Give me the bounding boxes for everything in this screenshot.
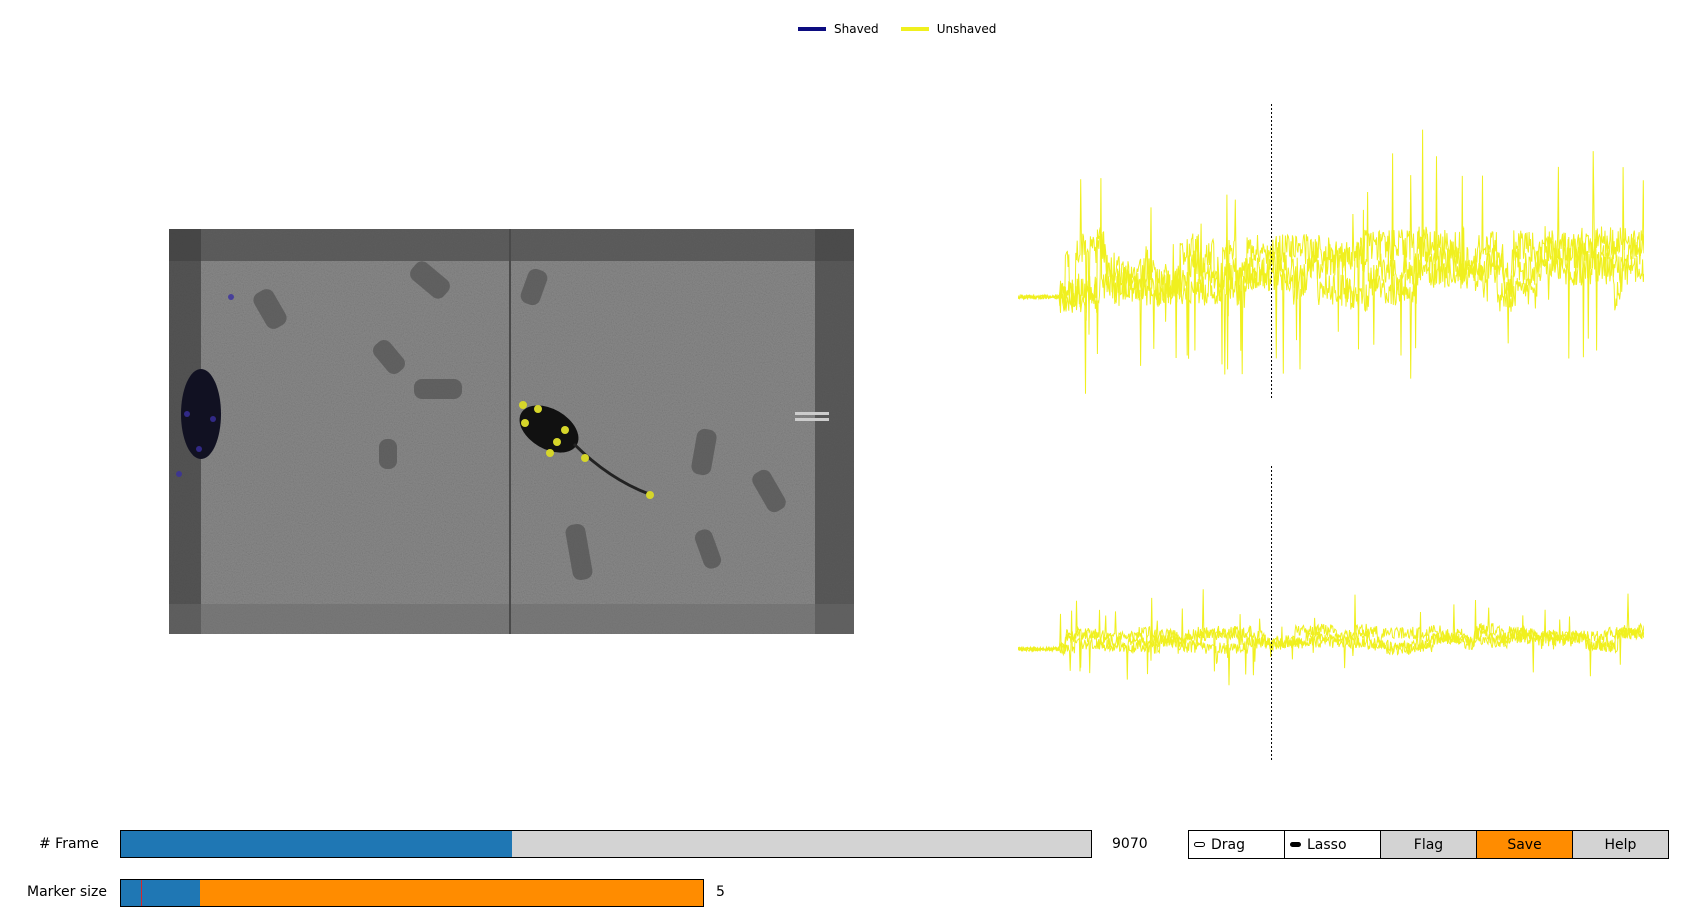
- help-button[interactable]: Help: [1572, 830, 1669, 859]
- legend-swatch-unshaved: [900, 27, 929, 31]
- flag-button[interactable]: Flag: [1380, 830, 1477, 859]
- lasso-radio-button[interactable]: Lasso: [1284, 830, 1381, 859]
- legend-swatch-shaved: [798, 27, 826, 31]
- trace-line: [1018, 167, 1644, 394]
- save-button[interactable]: Save: [1476, 830, 1573, 859]
- trace-plot-top[interactable]: [1018, 102, 1644, 402]
- marker-size-slider[interactable]: [120, 879, 704, 907]
- legend: Shaved Unshaved: [798, 22, 1018, 36]
- marker-size-slider-label: Marker size: [27, 884, 107, 900]
- video-frame-image: [169, 229, 854, 634]
- legend-item-shaved: Shaved: [798, 22, 879, 36]
- frame-slider-fill: [121, 831, 512, 857]
- drag-label: Drag: [1211, 836, 1246, 853]
- legend-label-unshaved: Unshaved: [936, 22, 997, 36]
- marker-size-slider-handle[interactable]: [140, 880, 142, 906]
- video-frame[interactable]: [169, 229, 854, 634]
- trace-line: [1018, 589, 1644, 669]
- marker-size-slider-fill: [121, 880, 201, 906]
- frame-slider-value: 9070: [1112, 836, 1148, 852]
- marker-size-slider-value: 5: [716, 884, 725, 900]
- legend-label-shaved: Shaved: [834, 22, 879, 36]
- drag-radio-button[interactable]: Drag: [1188, 830, 1285, 859]
- frame-slider[interactable]: [120, 830, 1092, 858]
- legend-item-unshaved: Unshaved: [900, 22, 997, 36]
- drag-radio-icon: [1194, 842, 1205, 847]
- lasso-radio-icon: [1290, 842, 1301, 847]
- trace-plot-bottom[interactable]: [1018, 464, 1644, 764]
- lasso-label: Lasso: [1307, 836, 1347, 853]
- toolbar: Drag Lasso Flag Save Help: [1188, 830, 1669, 859]
- frame-slider-label: # Frame: [39, 836, 99, 852]
